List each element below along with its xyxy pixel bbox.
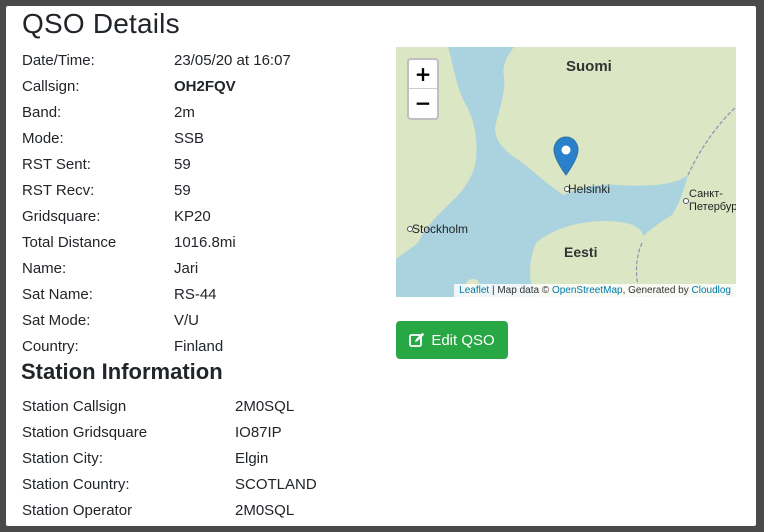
spb-dot: [683, 198, 689, 204]
openstreetmap-link[interactable]: OpenStreetMap: [552, 285, 623, 296]
rst-sent-label: RST Sent:: [22, 156, 91, 173]
sat-name-value: RS-44: [174, 286, 217, 303]
attribution-text-2: , Generated by: [622, 285, 692, 296]
edit-qso-label: Edit QSO: [431, 331, 495, 349]
station-country-label: Station Country:: [22, 476, 130, 493]
rst-recv-value: 59: [174, 182, 191, 199]
map-label-spb: Санкт-: [689, 188, 723, 200]
station-callsign-label: Station Callsign: [22, 398, 127, 415]
gridsquare-label: Gridsquare:: [22, 208, 101, 225]
datetime-label: Date/Time:: [22, 52, 95, 69]
page-title: QSO Details: [22, 8, 180, 39]
station-city-label: Station City:: [22, 450, 103, 467]
attribution-text-1: | Map data ©: [489, 285, 552, 296]
zoom-in-button[interactable]: +: [409, 60, 437, 89]
map-label-stockholm: Stockholm: [412, 222, 468, 236]
rst-recv-label: RST Recv:: [22, 182, 95, 199]
map-label-spb-2: Петербург: [689, 201, 736, 213]
distance-label: Total Distance: [22, 234, 117, 251]
station-information-heading: Station Information: [21, 359, 223, 384]
mode-label: Mode:: [22, 130, 64, 147]
callsign-value: OH2FQV: [174, 78, 236, 95]
station-gridsquare-label: Station Gridsquare: [22, 424, 148, 441]
gridsquare-value: KP20: [174, 208, 211, 225]
station-country-value: SCOTLAND: [235, 476, 317, 493]
mode-value: SSB: [174, 130, 205, 147]
band-label: Band:: [22, 104, 62, 121]
map-label-suomi: Suomi: [566, 58, 612, 75]
distance-value: 1016.8mi: [174, 234, 236, 251]
qso-details-modal: QSO Details Date/Time: 23/05/20 at 16:07…: [6, 6, 756, 526]
sat-mode-label: Sat Mode:: [22, 312, 91, 329]
name-label: Name:: [22, 260, 67, 277]
cloudlog-link[interactable]: Cloudlog: [692, 285, 731, 296]
sat-name-label: Sat Name:: [22, 286, 93, 303]
callsign-label: Callsign:: [22, 78, 80, 95]
country-label: Country:: [22, 338, 79, 355]
station-operator-value: 2M0SQL: [235, 502, 295, 519]
sat-mode-value: V/U: [174, 312, 200, 329]
edit-qso-button[interactable]: Edit QSO: [396, 321, 508, 359]
station-city-value: Elgin: [235, 450, 269, 467]
station-operator-label: Station Operator: [22, 502, 133, 519]
qso-map[interactable]: Suomi Helsinki Stockholm Eesti Санкт- Пе…: [396, 47, 736, 297]
datetime-value: 23/05/20 at 16:07: [174, 52, 291, 69]
name-value: Jari: [174, 260, 199, 277]
band-value: 2m: [174, 104, 195, 121]
map-attribution: Leaflet | Map data © OpenStreetMap, Gene…: [454, 284, 736, 297]
map-label-helsinki: Helsinki: [568, 182, 610, 196]
station-callsign-value: 2M0SQL: [235, 398, 295, 415]
map-zoom-control: + −: [407, 58, 439, 120]
leaflet-link[interactable]: Leaflet: [459, 285, 489, 296]
map-label-eesti: Eesti: [564, 244, 597, 260]
rst-sent-value: 59: [174, 156, 191, 173]
map-tiles: Suomi Helsinki Stockholm Eesti Санкт- Пе…: [396, 47, 736, 297]
edit-icon: [409, 332, 425, 348]
country-value: Finland: [174, 338, 224, 355]
zoom-out-button[interactable]: −: [409, 89, 437, 118]
station-gridsquare-value: IO87IP: [235, 424, 282, 441]
